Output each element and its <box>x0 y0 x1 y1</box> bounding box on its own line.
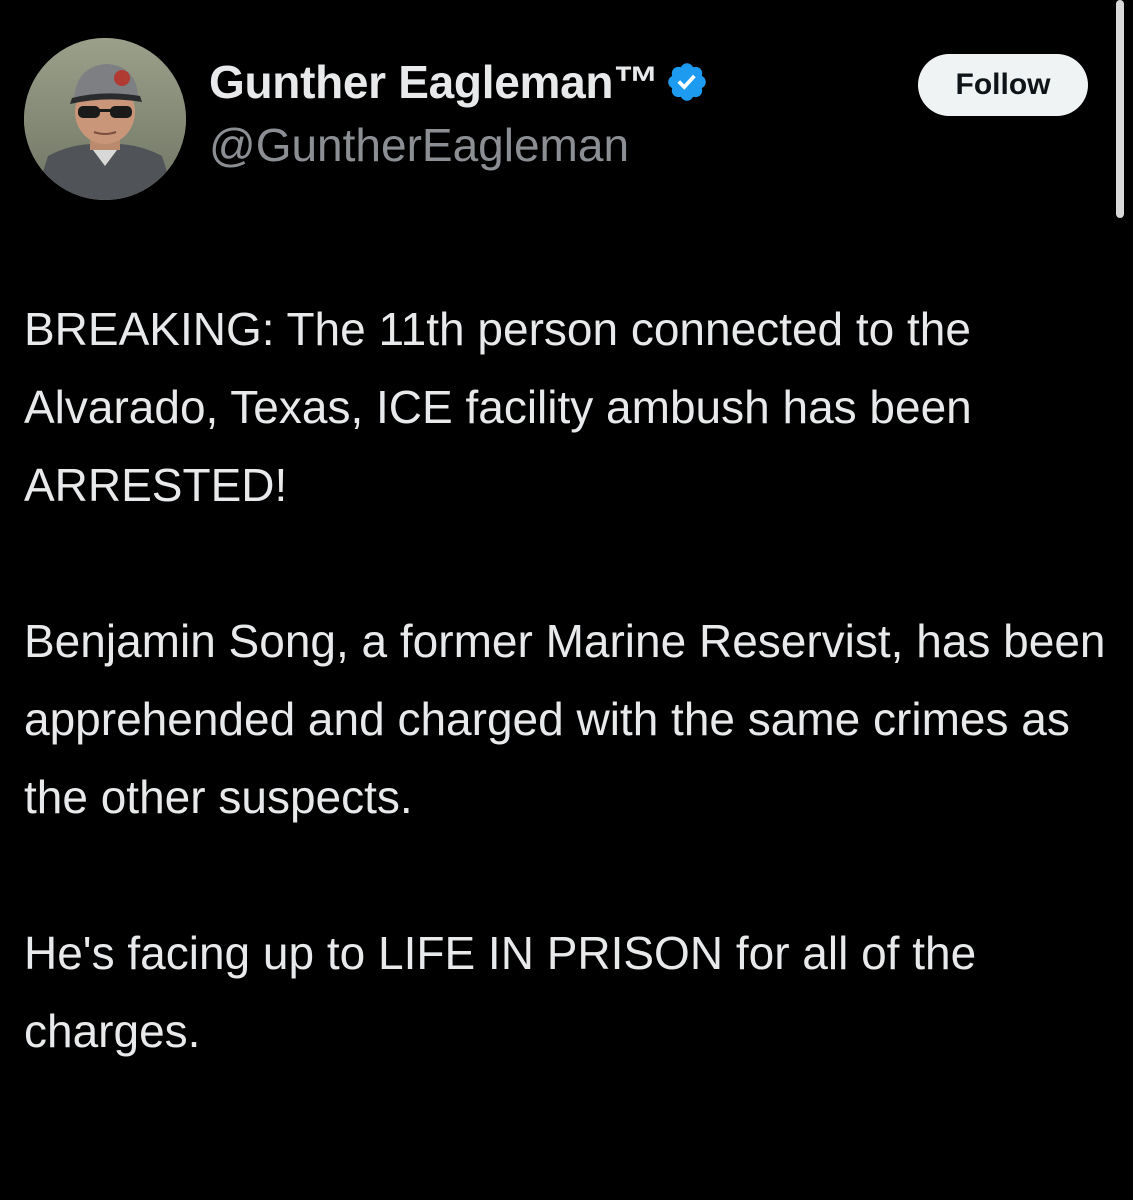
tweet-screen: Gunther Eagleman™ @GuntherEagleman Follo… <box>0 0 1133 1200</box>
author-identity: Gunther Eagleman™ @GuntherEagleman <box>209 52 709 172</box>
verified-badge-icon <box>668 63 706 101</box>
avatar-photo-icon <box>24 38 186 200</box>
name-row: Gunther Eagleman™ <box>209 52 709 112</box>
author-handle[interactable]: @GuntherEagleman <box>209 118 709 172</box>
tweet-header: Gunther Eagleman™ @GuntherEagleman Follo… <box>24 38 1094 200</box>
tweet-paragraph: BREAKING: The 11th person connected to t… <box>24 303 972 511</box>
tweet-paragraph: He's facing up to LIFE IN PRISON for all… <box>24 927 977 1057</box>
display-name[interactable]: Gunther Eagleman™ <box>209 55 659 109</box>
tweet-text: BREAKING: The 11th person connected to t… <box>24 290 1114 1070</box>
avatar[interactable] <box>24 38 186 200</box>
follow-button[interactable]: Follow <box>918 54 1088 116</box>
scrollbar[interactable] <box>1116 0 1124 218</box>
tweet-paragraph: Benjamin Song, a former Marine Reservist… <box>24 615 1106 823</box>
